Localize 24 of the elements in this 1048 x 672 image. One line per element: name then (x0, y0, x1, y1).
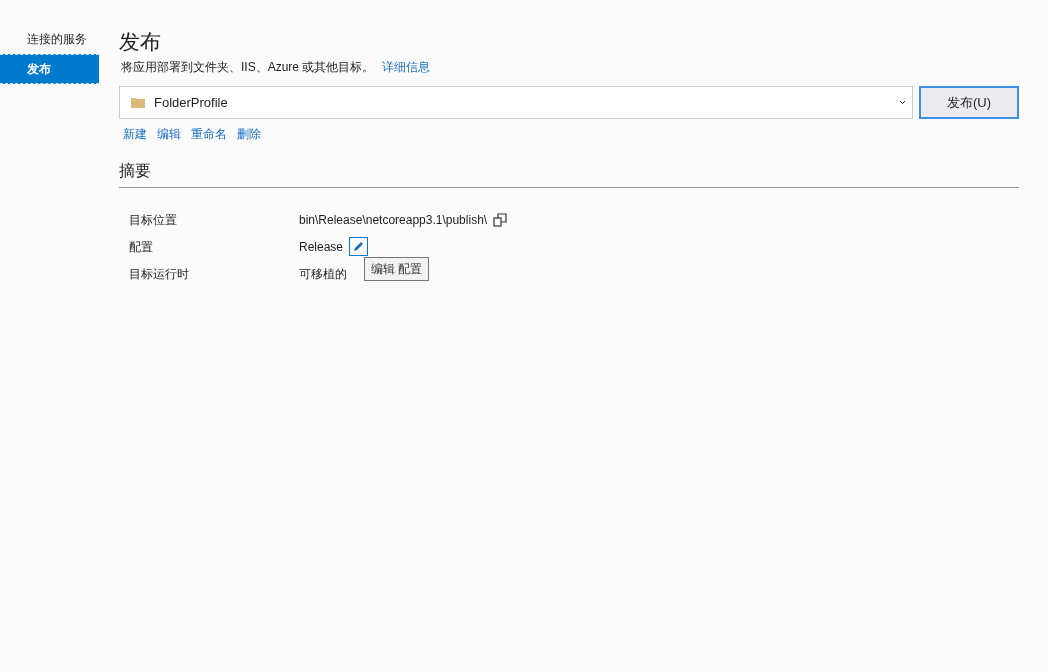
summary-title: 摘要 (119, 159, 1019, 188)
publish-button[interactable]: 发布(U) (919, 86, 1019, 119)
action-link[interactable]: 新建 (123, 125, 147, 143)
summary-value: 可移植的 (299, 265, 347, 283)
sidebar-item[interactable]: 发布 (0, 54, 99, 84)
edit-button[interactable] (349, 237, 369, 256)
page-title: 发布 (119, 29, 162, 55)
action-link[interactable]: 重命名 (191, 125, 227, 143)
copy-icon[interactable] (493, 212, 508, 227)
caret-icon (899, 100, 906, 105)
action-link[interactable]: 编辑 (157, 125, 181, 143)
summary-label: 目标运行时 (129, 265, 190, 283)
action-link[interactable]: 删除 (237, 125, 261, 143)
details-link[interactable]: 详细信息 (382, 58, 431, 76)
description: 将应用部署到文件夹、IIS、Azure 或其他目标。 (121, 59, 375, 76)
sidebar-item[interactable]: 连接的服务 (0, 28, 99, 50)
profile-dropdown[interactable]: FolderProfile (119, 86, 913, 119)
summary-label: 配置 (129, 238, 154, 256)
summary-value: Release (299, 238, 344, 256)
tooltip: 编辑 配置 (364, 257, 430, 281)
summary-label: 目标位置 (129, 211, 178, 229)
pencil-icon (352, 240, 366, 253)
summary-value: bin\Release\netcoreapp3.1\publish\ (299, 211, 488, 229)
folder-icon (131, 97, 145, 108)
